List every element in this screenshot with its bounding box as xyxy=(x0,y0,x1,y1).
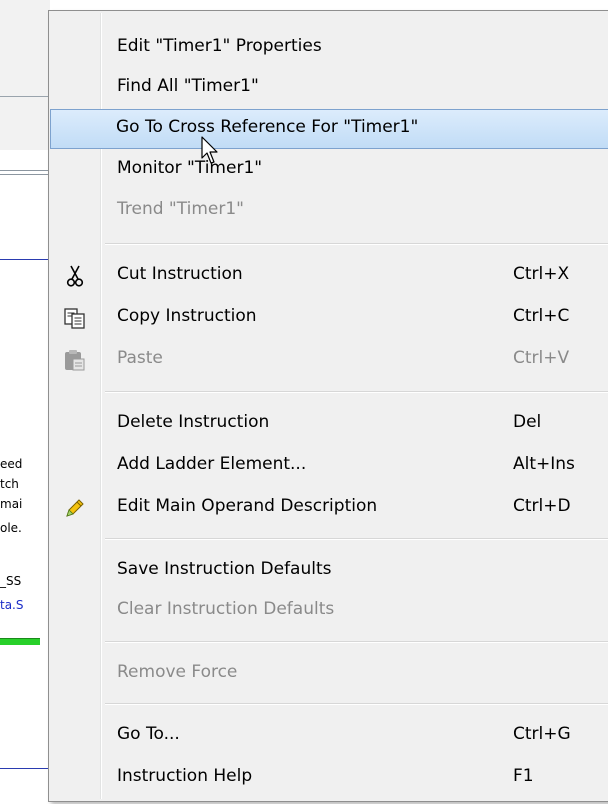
menu-item-go-to[interactable]: Go To... Ctrl+G xyxy=(51,716,608,754)
menu-item-edit-properties[interactable]: Edit "Timer1" Properties xyxy=(51,28,608,66)
menu-item-instruction-help[interactable]: Instruction Help F1 xyxy=(51,758,608,796)
menu-item-find-all[interactable]: Find All "Timer1" xyxy=(51,68,608,106)
app-window: eed tch mai ole. _SS ta.S Edit "Timer1" … xyxy=(0,0,608,804)
menu-item-label: Clear Instruction Defaults xyxy=(117,599,335,619)
menu-item-shortcut: Ctrl+C xyxy=(513,306,570,326)
menu-item-add-ladder-element[interactable]: Add Ladder Element... Alt+Ins xyxy=(51,446,608,484)
menu-item-save-instruction-defaults[interactable]: Save Instruction Defaults xyxy=(51,551,608,589)
menu-item-label: Save Instruction Defaults xyxy=(117,559,332,579)
menu-item-shortcut: Ctrl+G xyxy=(513,724,571,744)
menu-item-label: Remove Force xyxy=(117,662,238,682)
context-menu: Edit "Timer1" Properties Find All "Timer… xyxy=(48,10,608,802)
menu-item-label: Paste xyxy=(117,348,163,368)
menu-item-clear-instruction-defaults[interactable]: Clear Instruction Defaults xyxy=(51,591,608,629)
menu-item-label: Monitor "Timer1" xyxy=(117,158,263,178)
menu-item-cut-instruction[interactable]: Cut Instruction Ctrl+X xyxy=(51,256,608,294)
menu-item-monitor[interactable]: Monitor "Timer1" xyxy=(51,150,608,188)
menu-item-label: Instruction Help xyxy=(117,766,253,786)
ladder-rung-line xyxy=(0,768,50,769)
menu-separator xyxy=(105,391,608,393)
menu-item-shortcut: Del xyxy=(513,412,542,432)
menu-item-edit-main-operand-description[interactable]: Edit Main Operand Description Ctrl+D xyxy=(51,488,608,526)
menu-separator xyxy=(105,641,608,643)
menu-item-label: Edit "Timer1" Properties xyxy=(117,36,322,56)
menu-item-shortcut: Ctrl+V xyxy=(513,348,570,368)
menu-item-label: Add Ladder Element... xyxy=(117,454,307,474)
scissors-icon xyxy=(66,265,84,287)
menu-item-trend[interactable]: Trend "Timer1" xyxy=(51,191,608,229)
menu-item-shortcut: Ctrl+D xyxy=(513,496,571,516)
rung-comment-fragment: eed xyxy=(0,457,23,471)
copy-icon xyxy=(64,308,85,329)
tag-name-fragment: _SS xyxy=(0,574,22,588)
menu-separator xyxy=(105,538,608,540)
menu-item-paste[interactable]: Paste Ctrl+V xyxy=(51,340,608,378)
menu-separator xyxy=(105,703,608,705)
menu-item-shortcut: F1 xyxy=(513,766,534,786)
tag-alias-fragment: ta.S xyxy=(0,598,24,612)
menu-item-shortcut: Alt+Ins xyxy=(513,454,575,474)
menu-item-label: Copy Instruction xyxy=(117,306,257,326)
menu-separator xyxy=(105,243,608,245)
editor-divider xyxy=(0,96,50,97)
menu-item-go-to-cross-reference[interactable]: Go To Cross Reference For "Timer1" xyxy=(50,109,608,149)
energized-rung-indicator xyxy=(0,638,40,645)
menu-item-label: Go To... xyxy=(117,724,180,744)
rung-comment-fragment: ole. xyxy=(0,521,22,535)
menu-item-delete-instruction[interactable]: Delete Instruction Del xyxy=(51,404,608,442)
mouse-pointer-icon xyxy=(201,136,218,164)
pencil-icon xyxy=(66,499,84,517)
editor-toolbar-edge xyxy=(0,170,50,175)
menu-item-remove-force[interactable]: Remove Force xyxy=(51,654,608,692)
ladder-rung-line xyxy=(0,259,50,260)
menu-item-label: Find All "Timer1" xyxy=(117,76,259,96)
paste-icon xyxy=(65,350,85,371)
rung-comment-fragment: tch xyxy=(0,477,19,491)
menu-item-label: Edit Main Operand Description xyxy=(117,496,378,516)
rung-comment-fragment: mai xyxy=(0,497,23,511)
menu-item-shortcut: Ctrl+X xyxy=(513,264,570,284)
menu-item-label: Trend "Timer1" xyxy=(117,199,244,219)
editor-background xyxy=(0,0,50,150)
menu-item-label: Go To Cross Reference For "Timer1" xyxy=(116,117,419,137)
menu-item-label: Cut Instruction xyxy=(117,264,243,284)
menu-item-label: Delete Instruction xyxy=(117,412,270,432)
menu-item-copy-instruction[interactable]: Copy Instruction Ctrl+C xyxy=(51,298,608,336)
